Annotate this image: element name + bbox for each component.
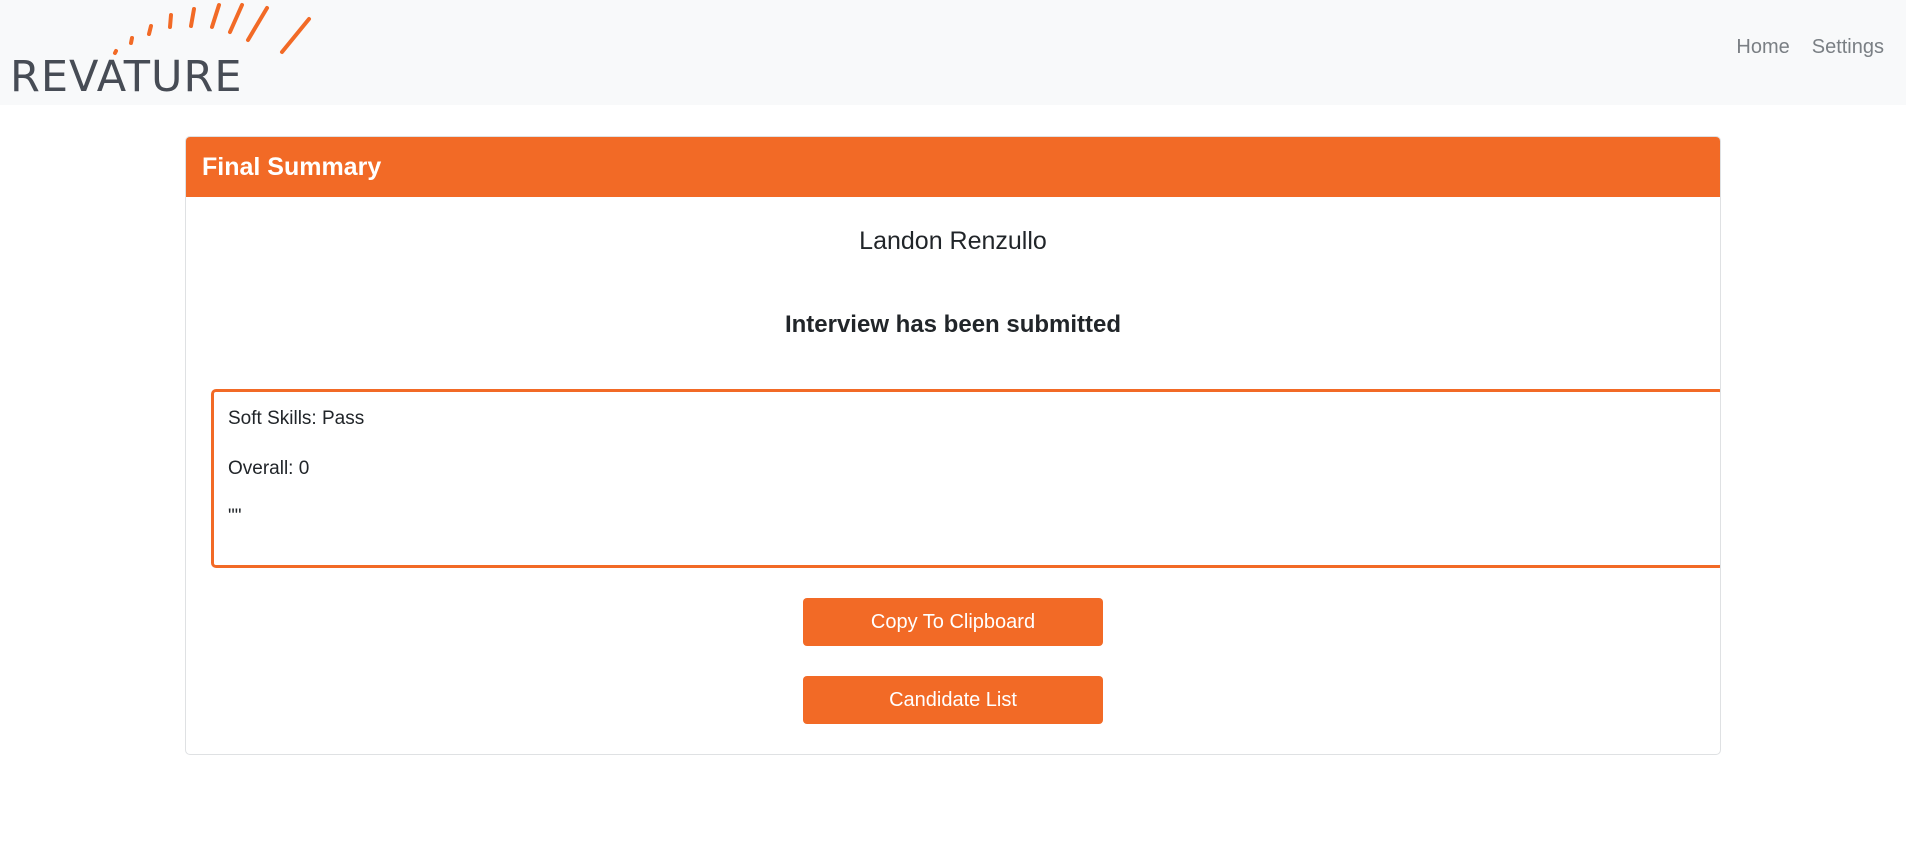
summary-line-notes: "" (228, 506, 242, 527)
summary-line-overall: Overall: 0 (228, 458, 310, 479)
revature-logo[interactable]: REVATURE (10, 0, 320, 100)
summary-line-soft-skills: Soft Skills: Pass (228, 408, 365, 429)
summary-text-box: Soft Skills: Pass Overall: 0 "" (211, 389, 1720, 568)
final-summary-card: Final Summary Landon Renzullo Interview … (185, 136, 1721, 755)
candidate-name: Landon Renzullo (859, 227, 1047, 255)
candidate-list-button[interactable]: Candidate List (803, 676, 1103, 724)
nav-link-settings[interactable]: Settings (1812, 36, 1884, 59)
nav-link-home[interactable]: Home (1736, 36, 1789, 59)
logo-text: REVATURE (10, 52, 243, 102)
submission-status: Interview has been submitted (784, 311, 1122, 338)
nav-links: Home Settings (1736, 36, 1884, 59)
card-header-title: Final Summary (186, 137, 1720, 197)
copy-to-clipboard-button[interactable]: Copy To Clipboard (803, 598, 1103, 646)
navbar: REVATURE Home Settings (0, 0, 1906, 105)
